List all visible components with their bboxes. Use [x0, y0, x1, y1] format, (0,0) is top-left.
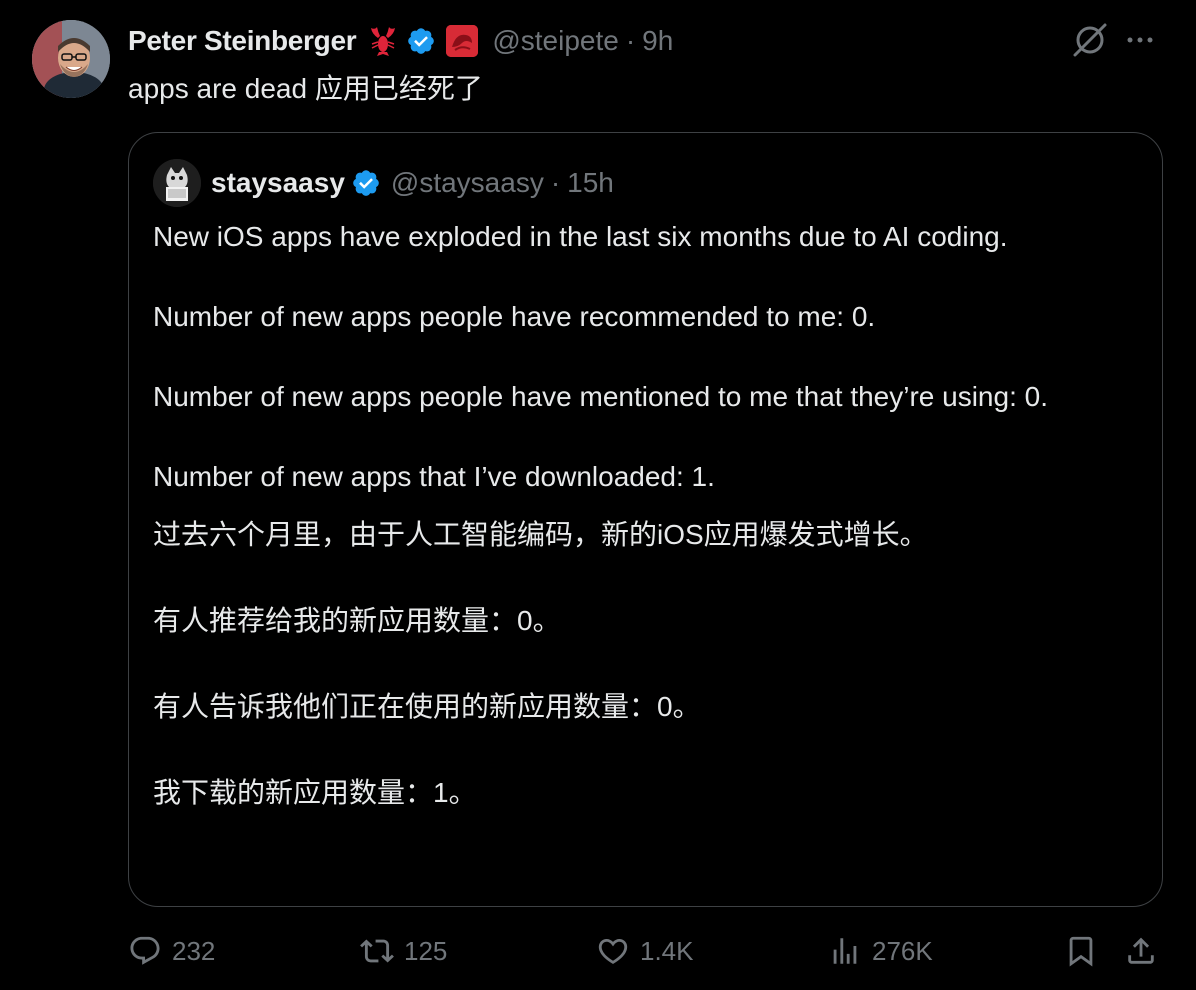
author-handle[interactable]: @steipete — [492, 25, 619, 57]
reply-count: 232 — [172, 935, 216, 966]
affiliate-badge-icon[interactable] — [446, 25, 479, 57]
author-avatar[interactable] — [32, 20, 110, 98]
like-icon — [598, 938, 628, 964]
reply-icon — [130, 936, 160, 965]
reply-button[interactable]: 232 — [128, 926, 215, 976]
share-icon — [1128, 937, 1154, 964]
quoted-paragraph: New iOS apps have exploded in the last s… — [153, 221, 1008, 252]
author-name[interactable]: Peter Steinberger — [128, 25, 357, 57]
retweet-icon — [360, 939, 394, 963]
repost-button[interactable]: 125 — [360, 926, 447, 976]
quoted-paragraph-zh: 有人推荐给我的新应用数量：0。 — [153, 605, 561, 636]
verified-badge-icon[interactable] — [351, 168, 381, 198]
quoted-time[interactable]: 15h — [567, 167, 614, 199]
views-icon — [833, 938, 857, 964]
quoted-text: New iOS apps have exploded in the last s… — [153, 217, 1143, 815]
separator-dot: · — [550, 167, 561, 198]
like-count: 1.4K — [640, 935, 694, 966]
quoted-paragraph-zh: 过去六个月里，由于人工智能编码，新的iOS应用爆发式增长。 — [153, 519, 928, 550]
like-button[interactable]: 1.4K — [596, 926, 694, 976]
bookmark-icon — [1069, 936, 1093, 967]
views-button[interactable]: 276K — [828, 926, 933, 976]
quoted-author-handle[interactable]: @staysaasy — [391, 167, 544, 199]
tweet: Peter Steinberger @steipete · 9h apps ar… — [0, 0, 1196, 990]
grok-icon[interactable] — [1070, 20, 1110, 60]
repost-count: 125 — [404, 935, 448, 966]
separator-dot: · — [625, 25, 636, 56]
lobster-icon — [366, 24, 400, 58]
quoted-header: staysaasy @staysaasy · 15h — [211, 163, 614, 203]
verified-badge-icon[interactable] — [406, 26, 436, 56]
quoted-author-avatar[interactable] — [153, 159, 201, 207]
views-count: 276K — [872, 935, 933, 966]
action-bar: 232 125 1.4K 276K — [128, 926, 1168, 976]
tweet-text: apps are dead 应用已经死了 — [128, 73, 483, 104]
quoted-paragraph-zh: 我下载的新应用数量：1。 — [153, 777, 477, 808]
quoted-paragraph-zh: 有人告诉我他们正在使用的新应用数量：0。 — [153, 691, 701, 722]
quoted-chinese-text: 过去六个月里，由于人工智能编码，新的iOS应用爆发式增长。 有人推荐给我的新应用… — [153, 513, 1143, 815]
quoted-paragraph: Number of new apps people have mentioned… — [153, 381, 1048, 412]
quoted-tweet[interactable]: staysaasy @staysaasy · 15h New iOS apps … — [128, 132, 1163, 907]
tweet-header: Peter Steinberger @steipete · 9h — [128, 22, 673, 60]
more-icon[interactable] — [1122, 22, 1158, 58]
quoted-paragraph: Number of new apps that I’ve downloaded:… — [153, 461, 715, 492]
quoted-author-name[interactable]: staysaasy — [211, 167, 345, 199]
share-button[interactable] — [1124, 926, 1158, 976]
tweet-time[interactable]: 9h — [642, 25, 673, 57]
bookmark-button[interactable] — [1064, 926, 1098, 976]
quoted-paragraph: Number of new apps people have recommend… — [153, 301, 876, 332]
